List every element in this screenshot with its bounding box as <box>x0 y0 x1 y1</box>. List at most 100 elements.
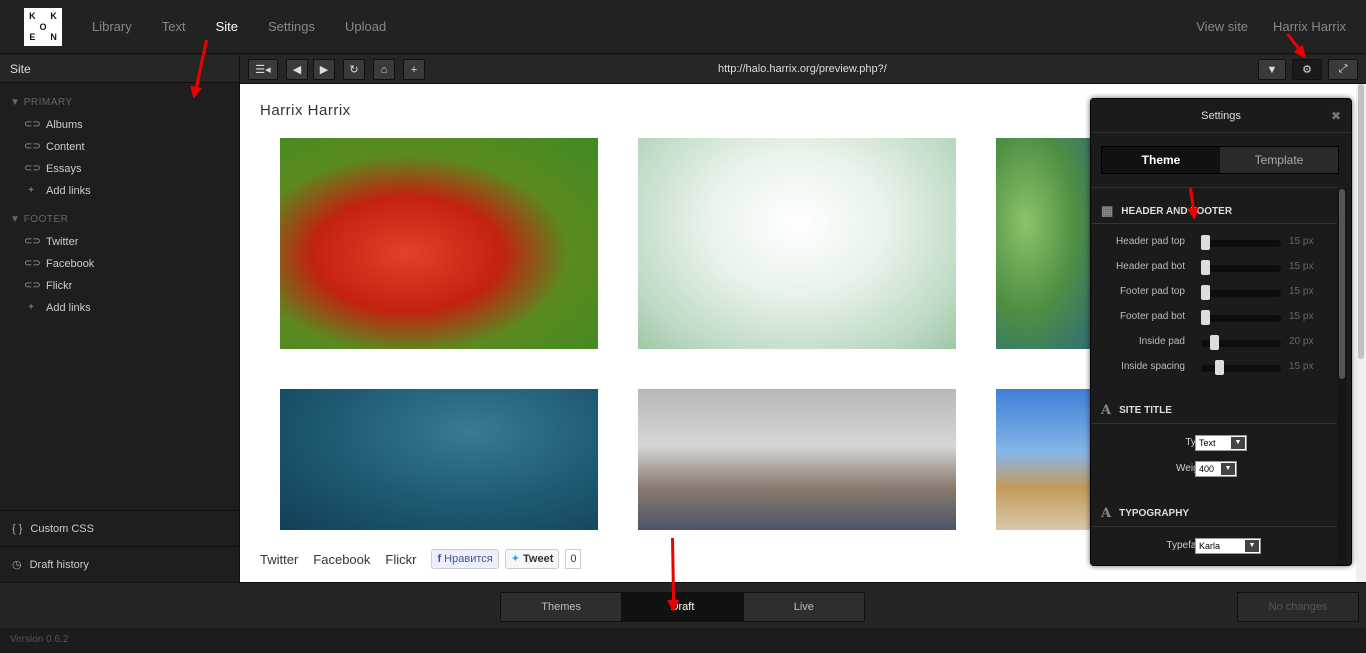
bottom-bar: Themes Draft Live No changes <box>0 582 1366 628</box>
home-icon: ⌂ <box>380 63 388 76</box>
nav-text[interactable]: Text <box>162 19 186 34</box>
refresh-button[interactable]: ↻ <box>343 59 365 80</box>
photo-blue-bokeh[interactable] <box>280 389 598 530</box>
photo-church[interactable] <box>996 389 1096 530</box>
slider-track[interactable] <box>1201 235 1281 250</box>
sidebar-item-facebook[interactable]: ⊂⊃ Facebook <box>0 253 239 275</box>
filter-button[interactable]: ▼ <box>1258 59 1286 80</box>
facebook-like-button[interactable]: f Нравится <box>431 549 499 569</box>
preview-link-flickr[interactable]: Flickr <box>385 552 416 567</box>
braces-icon: { } <box>12 522 23 535</box>
photo-white-flowers[interactable] <box>638 138 956 349</box>
chevron-down-icon: ▼ <box>1221 463 1235 475</box>
mode-draft[interactable]: Draft <box>622 593 744 621</box>
filter-icon: ▼ <box>1266 63 1278 76</box>
preview-site-title[interactable]: Harrix Harrix <box>260 102 351 119</box>
sidebar: Site ▼ PRIMARY ⊂⊃ Albums ⊂⊃ Content ⊂⊃ Essa… <box>0 55 240 582</box>
toggle-sidebar-button[interactable]: ☰◂ <box>248 59 278 80</box>
link-icon: ⊂⊃ <box>24 119 41 130</box>
typeface-select[interactable]: Karla ▼ <box>1195 538 1261 554</box>
plus-icon: + <box>28 302 34 313</box>
slider-track[interactable] <box>1201 335 1281 350</box>
preview-scroll-thumb[interactable] <box>1358 84 1364 359</box>
mode-live[interactable]: Live <box>743 593 864 621</box>
koken-logo[interactable]: KK O EN <box>24 8 62 46</box>
link-icon: ⊂⊃ <box>24 163 41 174</box>
slider-track[interactable] <box>1201 360 1281 375</box>
photo-green-plant[interactable] <box>996 138 1096 349</box>
link-icon: ⊂⊃ <box>24 236 41 247</box>
settings-panel-header: Settings ✖ <box>1091 99 1351 133</box>
slider-handle[interactable] <box>1209 335 1219 350</box>
mode-themes[interactable]: Themes <box>501 593 623 621</box>
settings-scrollbar[interactable] <box>1337 189 1347 565</box>
section-header-footer: ▦ HEADER AND FOOTER <box>1101 203 1233 218</box>
settings-scroll-thumb[interactable] <box>1339 189 1345 379</box>
typeface-field: Typeface Karla ▼ <box>1091 538 1337 554</box>
preview-link-facebook[interactable]: Facebook <box>313 552 370 567</box>
tweet-button[interactable]: ✦ Tweet <box>504 549 560 569</box>
slider-track[interactable] <box>1201 285 1281 300</box>
slider-handle[interactable] <box>1201 285 1210 300</box>
view-site-link[interactable]: View site <box>1196 19 1248 34</box>
slider-handle[interactable] <box>1201 235 1210 250</box>
settings-tabs: Theme Template <box>1101 146 1339 174</box>
section-site-title: A SITE TITLE <box>1101 403 1172 418</box>
forward-button[interactable]: ▶ <box>313 59 335 80</box>
slider-handle[interactable] <box>1215 360 1225 375</box>
photo-two-people[interactable] <box>638 389 956 530</box>
sidebar-item-content[interactable]: ⊂⊃ Content <box>0 136 239 158</box>
primary-add-links[interactable]: + Add links <box>0 180 239 202</box>
refresh-icon: ↻ <box>349 64 359 76</box>
back-button[interactable]: ◀ <box>286 59 308 80</box>
settings-panel: Settings ✖ Theme Template ▦ HEADER AND FO… <box>1090 98 1352 566</box>
plus-icon: + <box>410 63 418 76</box>
user-nav: View site Harrix Harrix <box>1171 19 1346 34</box>
slider-header-pad-bot: Header pad bot 15 px <box>1091 258 1337 278</box>
sidebar-item-essays[interactable]: ⊂⊃ Essays <box>0 158 239 180</box>
preview-scrollbar[interactable] <box>1356 84 1366 582</box>
type-icon: A <box>1101 506 1112 521</box>
publish-button[interactable]: No changes <box>1237 592 1359 622</box>
primary-group-title[interactable]: ▼ PRIMARY <box>0 83 239 108</box>
weight-select[interactable]: 400 ▼ <box>1195 461 1237 477</box>
footer: Version 0.6.2 <box>0 628 1366 653</box>
arrow-left-icon: ◀ <box>292 64 302 76</box>
clock-icon: ◷ <box>12 558 22 571</box>
tab-template[interactable]: Template <box>1220 147 1338 173</box>
slider-header-pad-top: Header pad top 15 px <box>1091 233 1337 253</box>
footer-add-links[interactable]: + Add links <box>0 297 239 319</box>
slider-handle[interactable] <box>1201 260 1210 275</box>
sidebar-item-albums[interactable]: ⊂⊃ Albums <box>0 114 239 136</box>
main-nav: Library Text Site Settings Upload <box>92 19 416 34</box>
slider-inside-spacing: Inside spacing 15 px <box>1091 358 1337 378</box>
type-field: TypeText▼ <box>1091 435 1337 451</box>
slider-handle[interactable] <box>1201 310 1210 325</box>
link-icon: ⊂⊃ <box>24 141 41 152</box>
draft-history-button[interactable]: ◷ Draft history <box>0 546 240 582</box>
sidebar-toggle-icon: ☰◂ <box>255 64 271 76</box>
slider-track[interactable] <box>1201 310 1281 325</box>
mode-switcher: Themes Draft Live <box>500 592 865 622</box>
photo-strawberry[interactable] <box>280 138 598 349</box>
slider-track[interactable] <box>1201 260 1281 275</box>
type-select[interactable]: Text ▼ <box>1195 435 1247 451</box>
close-icon[interactable]: ✖ <box>1331 99 1341 133</box>
nav-library[interactable]: Library <box>92 19 132 34</box>
footer-group-title[interactable]: ▼ FOOTER <box>0 202 239 225</box>
nav-upload[interactable]: Upload <box>345 19 386 34</box>
fullscreen-button[interactable]: ⤢ <box>1328 59 1358 80</box>
plus-icon: + <box>28 185 34 196</box>
sidebar-item-twitter[interactable]: ⊂⊃ Twitter <box>0 231 239 253</box>
tab-theme[interactable]: Theme <box>1102 147 1220 173</box>
settings-button[interactable]: ⚙ <box>1292 59 1322 80</box>
add-button[interactable]: + <box>403 59 425 80</box>
custom-css-button[interactable]: { } Custom CSS <box>0 510 240 546</box>
preview-link-twitter[interactable]: Twitter <box>260 552 298 567</box>
home-button[interactable]: ⌂ <box>373 59 395 80</box>
sidebar-item-flickr[interactable]: ⊂⊃ Flickr <box>0 275 239 297</box>
user-name-link[interactable]: Harrix Harrix <box>1273 19 1346 34</box>
nav-settings[interactable]: Settings <box>268 19 315 34</box>
nav-site[interactable]: Site <box>216 19 238 34</box>
grid-icon: ▦ <box>1101 203 1114 218</box>
